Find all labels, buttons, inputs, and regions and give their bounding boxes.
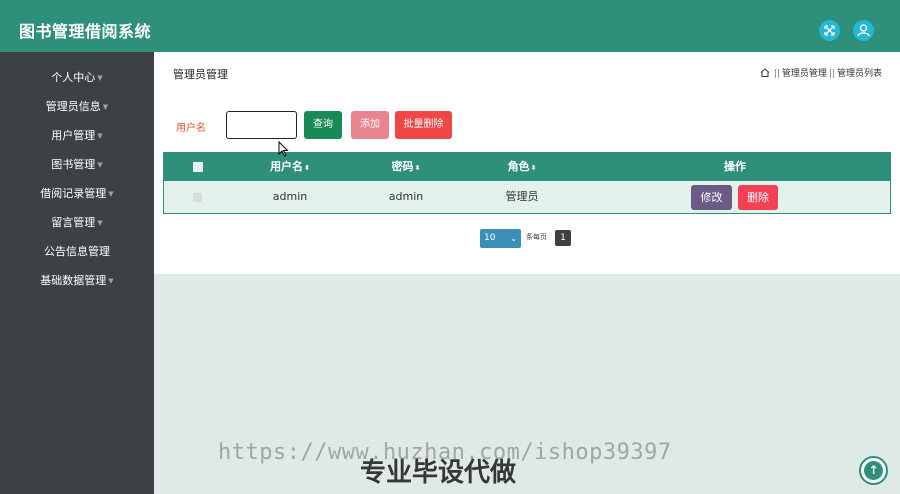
caret-down-icon: ▼ <box>97 132 103 140</box>
sidebar-item-label: 留言管理 <box>51 216 96 229</box>
sidebar-item-admin-info[interactable]: 管理员信息 ▼ <box>0 96 154 118</box>
sort-icon[interactable]: ⬍ <box>531 164 537 172</box>
sidebar-item-label: 公告信息管理 <box>44 245 110 258</box>
caret-down-icon: ▼ <box>97 219 103 227</box>
cell-role: 管理员 <box>505 190 539 203</box>
bulk-delete-button[interactable]: 批量删除 <box>395 111 452 139</box>
sidebar-item-label: 图书管理 <box>51 158 96 171</box>
sidebar-item-book-management[interactable]: 图书管理 ▼ <box>0 154 154 176</box>
column-header-username[interactable]: 用户名⬍ <box>244 153 336 181</box>
mouse-cursor-icon <box>278 141 289 157</box>
sidebar-item-label: 管理员信息 <box>45 100 101 113</box>
table-header: 用户名⬍ 密码⬍ 角色⬍ 操作 <box>164 153 890 181</box>
scroll-to-top-button[interactable]: ↑ <box>859 456 888 485</box>
column-header-label: 角色 <box>507 160 530 173</box>
username-search-input[interactable] <box>226 111 297 139</box>
sidebar-item-label: 用户管理 <box>51 129 96 142</box>
caret-down-icon: ▼ <box>102 103 109 111</box>
username-label: 用户名 <box>176 123 206 134</box>
edit-button[interactable]: 修改 <box>691 185 732 210</box>
column-header-password[interactable]: 密码⬍ <box>360 153 452 181</box>
breadcrumb-separator: || <box>828 69 835 79</box>
sidebar-item-user-management[interactable]: 用户管理 ▼ <box>0 125 154 147</box>
sidebar-item-label: 基础数据管理 <box>40 274 107 287</box>
column-header-label: 用户名 <box>270 160 304 173</box>
delete-button[interactable]: 删除 <box>738 185 778 210</box>
cell-password: admin <box>388 190 424 203</box>
page-size-value: 10 <box>484 233 496 243</box>
column-header-label: 密码 <box>391 160 414 173</box>
app-title: 图书管理借阅系统 <box>19 22 152 41</box>
caret-down-icon: ▼ <box>97 74 103 82</box>
watermark-text: 专业毕设代做 <box>360 458 517 488</box>
select-all-checkbox[interactable] <box>193 162 203 172</box>
table-row: admin admin 管理员 修改 删除 <box>164 181 890 213</box>
main-panel: 管理员管理 || 管理员管理 || 管理员列表 用户名 查询 添加 批量删除 用户名⬍… <box>154 52 900 274</box>
caret-down-icon: ▼ <box>108 190 114 198</box>
sort-icon[interactable]: ⬍ <box>415 164 421 172</box>
sort-icon[interactable]: ⬍ <box>304 164 310 172</box>
add-button[interactable]: 添加 <box>351 111 389 139</box>
page-size-select[interactable]: 10 ⌄ <box>480 229 521 248</box>
top-header: 图书管理借阅系统 <box>0 0 900 52</box>
column-header-actions: 操作 <box>724 160 746 173</box>
admin-table: 用户名⬍ 密码⬍ 角色⬍ 操作 admin admin 管理员 修改 删除 <box>163 152 891 214</box>
breadcrumb: || 管理员管理 || 管理员列表 <box>760 66 882 79</box>
page-title: 管理员管理 <box>173 68 228 81</box>
caret-down-icon: ▼ <box>97 161 103 169</box>
breadcrumb-separator: || <box>773 69 780 79</box>
page-number-button[interactable]: 1 <box>555 230 571 246</box>
sidebar-item-basic-data[interactable]: 基础数据管理 ▼ <box>0 270 154 292</box>
row-checkbox[interactable] <box>193 193 202 202</box>
sidebar: 个人中心 ▼ 管理员信息 ▼ 用户管理 ▼ 图书管理 ▼ 借阅记录管理 ▼ 留言管理 ▼ 公… <box>0 52 154 494</box>
column-header-role[interactable]: 角色⬍ <box>476 153 568 181</box>
cell-username: admin <box>272 190 308 203</box>
sidebar-item-personal-center[interactable]: 个人中心 ▼ <box>0 67 154 89</box>
chevron-down-icon: ⌄ <box>510 234 517 243</box>
breadcrumb-item[interactable]: 管理员列表 <box>837 69 882 79</box>
sidebar-item-borrow-records[interactable]: 借阅记录管理 ▼ <box>0 183 154 205</box>
sidebar-item-label: 借阅记录管理 <box>40 187 107 200</box>
user-icon[interactable] <box>853 20 874 41</box>
breadcrumb-item[interactable]: 管理员管理 <box>782 69 827 79</box>
page-size-label: 条每页 <box>526 233 547 241</box>
caret-down-icon: ▼ <box>108 277 114 285</box>
sidebar-item-messages[interactable]: 留言管理 ▼ <box>0 212 154 234</box>
sidebar-item-announcements[interactable]: 公告信息管理 <box>0 241 154 263</box>
sidebar-item-label: 个人中心 <box>51 71 96 84</box>
home-icon[interactable] <box>760 68 770 77</box>
expand-icon[interactable] <box>819 20 840 41</box>
arrow-up-icon: ↑ <box>864 461 883 480</box>
query-button[interactable]: 查询 <box>304 111 342 139</box>
